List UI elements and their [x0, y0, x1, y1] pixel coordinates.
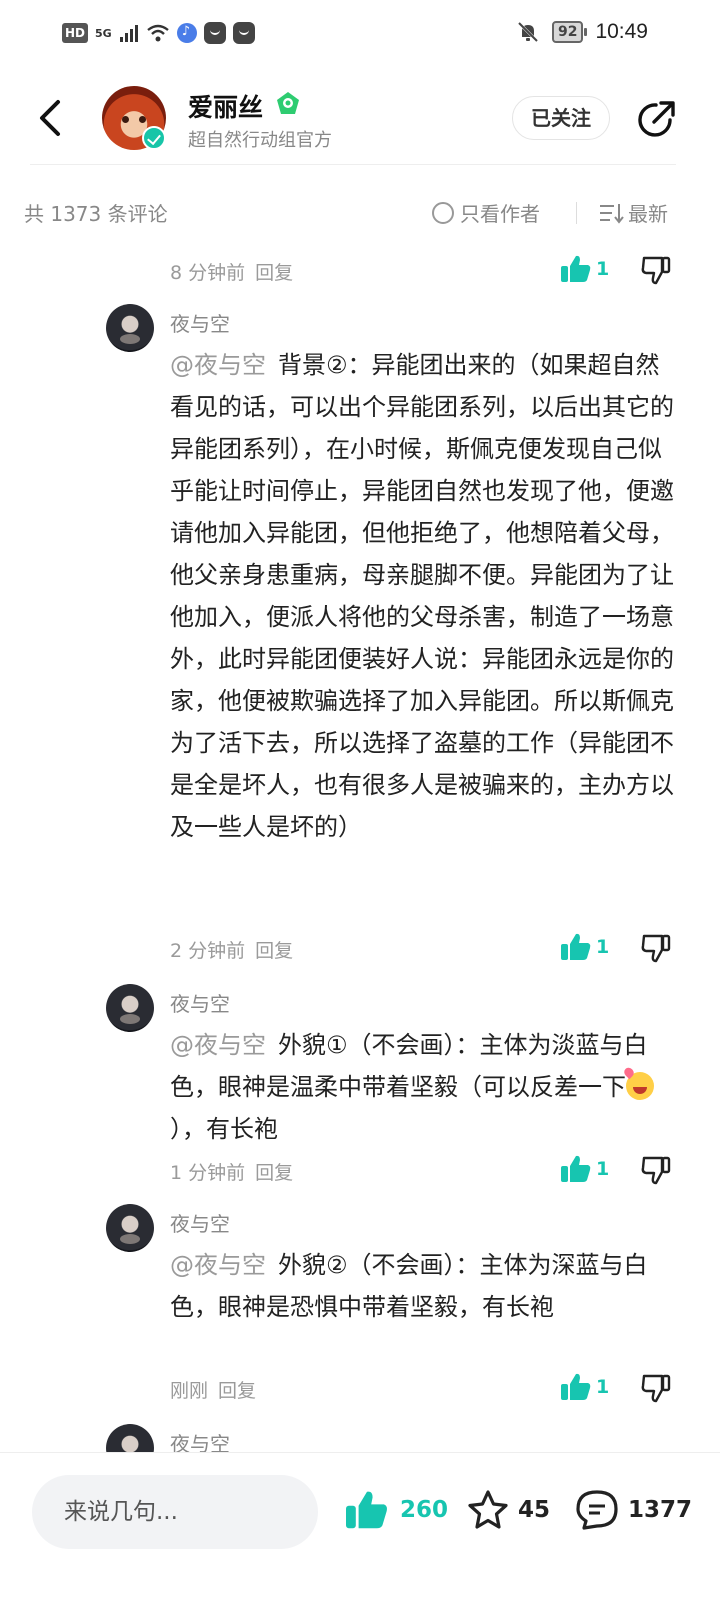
comment-content-end: ），有长袍	[170, 1115, 278, 1143]
author-name[interactable]: 爱丽丝	[188, 88, 263, 124]
comment-text: @夜与空 外貌①（不会画）：主体为淡蓝与白色，眼神是温柔中带着坚毅（可以反差一下）…	[170, 1024, 676, 1150]
thumbs-up-icon	[561, 1373, 591, 1400]
thumbs-up-icon	[561, 255, 591, 282]
favorite-button[interactable]: 45	[466, 1489, 550, 1531]
commenter-avatar[interactable]	[106, 1204, 154, 1252]
mute-bell-icon	[517, 21, 539, 43]
comment-meta: 刚刚 回复	[170, 1376, 256, 1403]
mention-link[interactable]: @夜与空	[170, 1251, 266, 1279]
comment-text: @夜与空 外貌②（不会画）：主体为深蓝与白色，眼神是恐惧中带着坚毅，有长袍	[170, 1244, 676, 1328]
only-author-toggle[interactable]: 只看作者	[432, 198, 540, 227]
reply-button[interactable]: 回复	[218, 1380, 256, 1402]
comment-meta: 2 分钟前 回复	[170, 936, 293, 963]
thumbs-up-icon	[346, 1491, 387, 1529]
thumbs-down-icon[interactable]	[640, 254, 672, 286]
comment-time: 1 分钟前	[170, 1162, 246, 1184]
status-icons-right: 92 10:49	[516, 20, 648, 44]
music-app-icon	[176, 23, 197, 43]
back-arrow-icon[interactable]	[30, 96, 74, 140]
comment-content: 背景②：异能团出来的（如果超自然看见的话，可以出个异能团系列，以后出其它的异能团…	[170, 351, 674, 841]
like-button[interactable]: 1	[560, 254, 609, 284]
like-button[interactable]: 1	[560, 932, 609, 962]
like-count: 1	[596, 258, 610, 280]
comment-bubble-icon	[576, 1490, 618, 1530]
sort-icon	[600, 203, 624, 224]
thumbs-down-icon[interactable]	[640, 1372, 672, 1404]
wifi-icon	[146, 24, 169, 42]
radio-circle-icon	[432, 201, 454, 224]
signal-icon	[119, 25, 138, 42]
post-like-button[interactable]: 260	[344, 1489, 448, 1531]
author-subtitle: 超自然行动组官方	[188, 130, 332, 151]
like-button[interactable]: 1	[560, 1154, 609, 1184]
status-icons-left: HD 5G	[62, 22, 255, 44]
commenter-name[interactable]: 夜与空	[170, 1208, 230, 1237]
post-like-count: 260	[400, 1497, 449, 1523]
commenter-avatar[interactable]	[106, 984, 154, 1032]
reply-button[interactable]: 回复	[255, 262, 293, 284]
commenter-name[interactable]: 夜与空	[170, 988, 230, 1017]
bottom-action-bar: 来说几句... 260 45 1377	[0, 1452, 720, 1600]
official-badge-icon	[277, 92, 299, 114]
comment-meta: 8 分钟前 回复	[170, 258, 293, 285]
mention-link[interactable]: @夜与空	[170, 1031, 266, 1059]
commenter-name[interactable]: 夜与空	[170, 308, 230, 337]
header-divider	[30, 164, 676, 165]
like-count: 1	[596, 936, 610, 958]
thumbs-down-icon[interactable]	[640, 1154, 672, 1186]
verified-check-icon	[142, 126, 166, 150]
commenter-avatar[interactable]	[106, 304, 154, 352]
comment-time: 8 分钟前	[170, 262, 246, 284]
comments-button[interactable]: 1377	[574, 1489, 692, 1531]
app-notification-icon-2	[232, 22, 255, 44]
battery-indicator: 92	[551, 21, 588, 43]
status-bar: HD 5G 92 10:49	[0, 0, 720, 72]
sort-button[interactable]: 最新	[598, 198, 668, 227]
comment-meta: 1 分钟前 回复	[170, 1158, 293, 1185]
like-count: 1	[596, 1376, 610, 1398]
star-icon	[468, 1490, 508, 1529]
comment-time: 刚刚	[170, 1380, 209, 1402]
thumbs-up-icon	[561, 933, 591, 960]
page-header: 爱丽丝 超自然行动组官方 已关注	[0, 72, 720, 166]
mention-link[interactable]: @夜与空	[170, 351, 266, 379]
app-notification-icon	[203, 22, 226, 44]
share-icon[interactable]	[634, 98, 678, 142]
favorite-count: 45	[518, 1497, 551, 1523]
comment-text: @夜与空 背景②：异能团出来的（如果超自然看见的话，可以出个异能团系列，以后出其它…	[170, 344, 676, 848]
network-type-label: 5G	[95, 26, 112, 40]
laughing-emoji-icon	[626, 1072, 654, 1100]
follow-button[interactable]: 已关注	[512, 96, 610, 140]
comment-input[interactable]: 来说几句...	[32, 1475, 318, 1549]
hd-badge: HD	[62, 23, 89, 43]
like-count: 1	[596, 1158, 610, 1180]
thumbs-down-icon[interactable]	[640, 932, 672, 964]
reply-button[interactable]: 回复	[255, 940, 293, 962]
thumbs-up-icon	[561, 1155, 591, 1182]
sort-label: 最新	[628, 202, 668, 226]
only-author-label: 只看作者	[460, 202, 540, 226]
like-button[interactable]: 1	[560, 1372, 609, 1402]
comment-count-label: 共 1373 条评论	[24, 202, 168, 226]
clock: 10:49	[595, 20, 648, 43]
comments-count: 1377	[628, 1497, 693, 1523]
comment-time: 2 分钟前	[170, 940, 246, 962]
toolbar-separator	[576, 202, 577, 224]
reply-button[interactable]: 回复	[255, 1162, 293, 1184]
